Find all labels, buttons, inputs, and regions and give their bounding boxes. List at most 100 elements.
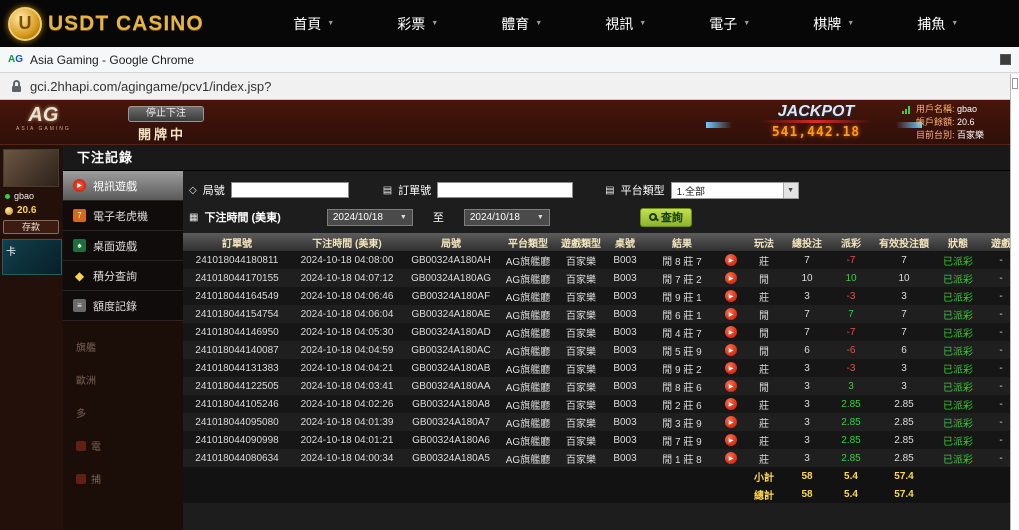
cell-game-type: 百家樂	[557, 251, 605, 269]
cell-game-type: 百家樂	[557, 287, 605, 305]
browser-urlbar[interactable]: gci.2hhapi.com/agingame/pcv1/index.jsp?	[0, 73, 1019, 100]
nav-item[interactable]: 首頁▼	[262, 14, 366, 34]
info-label: 帳戶餘額:	[916, 117, 955, 127]
cell-order: 241018044090998	[183, 431, 291, 449]
replay-button[interactable]: ▶	[725, 272, 737, 284]
replay-button[interactable]: ▶	[725, 326, 737, 338]
round-input[interactable]	[231, 182, 349, 198]
nav-item-label: 電子	[709, 14, 737, 34]
menu-item-3[interactable]: ◆積分查詢	[63, 261, 183, 291]
cell-round: GB00324A180AG	[403, 269, 499, 287]
replay-button[interactable]: ▶	[725, 452, 737, 464]
cell-extra: -	[981, 251, 1010, 269]
table-games-icon: ♠	[73, 239, 86, 252]
cell-valid-bet: 3	[873, 359, 935, 377]
cell-result: 閒 8 莊 7	[645, 251, 719, 269]
ag-logo-text: AG	[16, 104, 71, 126]
card-games-banner[interactable]: 卡	[2, 239, 62, 275]
status-badge: 已派彩	[935, 431, 981, 449]
cell-empty	[499, 485, 557, 503]
menu-item-0[interactable]: ▶視訊遊戲	[63, 171, 183, 201]
table-row: 2410180441052462024-10-18 04:02:26GB0032…	[183, 395, 1010, 413]
deposit-button[interactable]: 存款	[3, 220, 59, 234]
replay-button[interactable]: ▶	[725, 380, 737, 392]
cell-game-type: 百家樂	[557, 323, 605, 341]
cell-round: GB00324A180AF	[403, 287, 499, 305]
cell-result: 閒 8 莊 6	[645, 377, 719, 395]
cell-table: B003	[605, 431, 645, 449]
info-line: 帳戶餘額: 20.6	[916, 116, 1010, 129]
order-label: 訂單號	[398, 182, 431, 198]
stop-betting-button[interactable]: 停止下注	[128, 106, 204, 122]
cell-play: 閒	[743, 341, 785, 359]
table-row: 2410180440806342024-10-18 04:00:34GB0032…	[183, 449, 1010, 467]
cell-platform: AG旗艦廳	[499, 449, 557, 467]
cell-play: 莊	[743, 413, 785, 431]
replay-button[interactable]: ▶	[725, 416, 737, 428]
platform-select[interactable]: 1.全部 ▼	[671, 182, 799, 199]
cell-payout: -3	[829, 287, 873, 305]
cell-empty	[981, 485, 1010, 503]
menu-item-1[interactable]: 7電子老虎機	[63, 201, 183, 231]
replay-button[interactable]: ▶	[725, 434, 737, 446]
site-logo: U USDT CASINO	[8, 7, 204, 41]
status-badge: 已派彩	[935, 449, 981, 467]
chevron-down-icon: ▼	[951, 20, 958, 27]
cell-table: B003	[605, 305, 645, 323]
cell-game-type: 百家樂	[557, 413, 605, 431]
cell-valid-bet: 7	[873, 323, 935, 341]
cell-empty	[403, 467, 499, 485]
nav-item[interactable]: 彩票▼	[366, 14, 470, 34]
cell-replay: ▶	[719, 431, 743, 449]
nav-item[interactable]: 視訊▼	[574, 14, 678, 34]
nav-item[interactable]: 體育▼	[470, 14, 574, 34]
replay-button[interactable]: ▶	[725, 398, 737, 410]
date-from-picker[interactable]: 2024/10/18 ▼	[327, 209, 413, 226]
cell-payout: -6	[829, 341, 873, 359]
search-button[interactable]: 查詢	[640, 208, 692, 227]
cell-bet: 6	[785, 341, 829, 359]
menu-item-4[interactable]: ≡額度記錄	[63, 291, 183, 321]
replay-button[interactable]: ▶	[725, 308, 737, 320]
cell-order: 241018044180811	[183, 251, 291, 269]
column-header: 派彩	[829, 233, 873, 251]
ag-logo: AG ASIA GAMING	[16, 104, 71, 132]
cell-valid-bet: 2.85	[873, 395, 935, 413]
nav-item-label: 視訊	[605, 14, 633, 34]
status-badge: 已派彩	[935, 359, 981, 377]
round-icon: ◇	[189, 185, 197, 196]
replay-button[interactable]: ▶	[725, 362, 737, 374]
cell-order: 241018044131383	[183, 359, 291, 377]
date-to-picker[interactable]: 2024/10/18 ▼	[464, 209, 550, 226]
cell-time: 2024-10-18 04:04:21	[291, 359, 403, 377]
url-text[interactable]: gci.2hhapi.com/agingame/pcv1/index.jsp?	[30, 79, 271, 94]
totals-bet: 58	[785, 485, 829, 503]
cell-replay: ▶	[719, 449, 743, 467]
signal-icon	[902, 106, 910, 114]
info-line: 目前台別: 百家樂	[916, 129, 1010, 142]
browser-titlebar: AG Asia Gaming - Google Chrome	[0, 47, 1019, 73]
cell-result: 閒 6 莊 1	[645, 305, 719, 323]
replay-button[interactable]: ▶	[725, 254, 737, 266]
window-control-icon[interactable]	[1000, 54, 1011, 65]
nav-item[interactable]: 棋牌▼	[782, 14, 886, 34]
cell-result: 閒 2 莊 6	[645, 395, 719, 413]
cell-play: 莊	[743, 395, 785, 413]
cell-extra: -	[981, 431, 1010, 449]
cell-result: 閒 1 莊 8	[645, 449, 719, 467]
cell-game-type: 百家樂	[557, 359, 605, 377]
replay-button[interactable]: ▶	[725, 344, 737, 356]
order-input[interactable]	[437, 182, 573, 198]
info-line: 用戶名稱: gbao	[916, 103, 1010, 116]
menu-item-2[interactable]: ♠桌面遊戲	[63, 231, 183, 261]
cell-play: 莊	[743, 431, 785, 449]
cell-empty	[291, 485, 403, 503]
cell-game-type: 百家樂	[557, 305, 605, 323]
nav-item[interactable]: 捕魚▼	[886, 14, 990, 34]
lobby-balance: 20.6	[0, 203, 63, 218]
table-row: 2410180440950802024-10-18 04:01:39GB0032…	[183, 413, 1010, 431]
cell-order: 241018044154754	[183, 305, 291, 323]
cell-order: 241018044080634	[183, 449, 291, 467]
replay-button[interactable]: ▶	[725, 290, 737, 302]
nav-item[interactable]: 電子▼	[678, 14, 782, 34]
